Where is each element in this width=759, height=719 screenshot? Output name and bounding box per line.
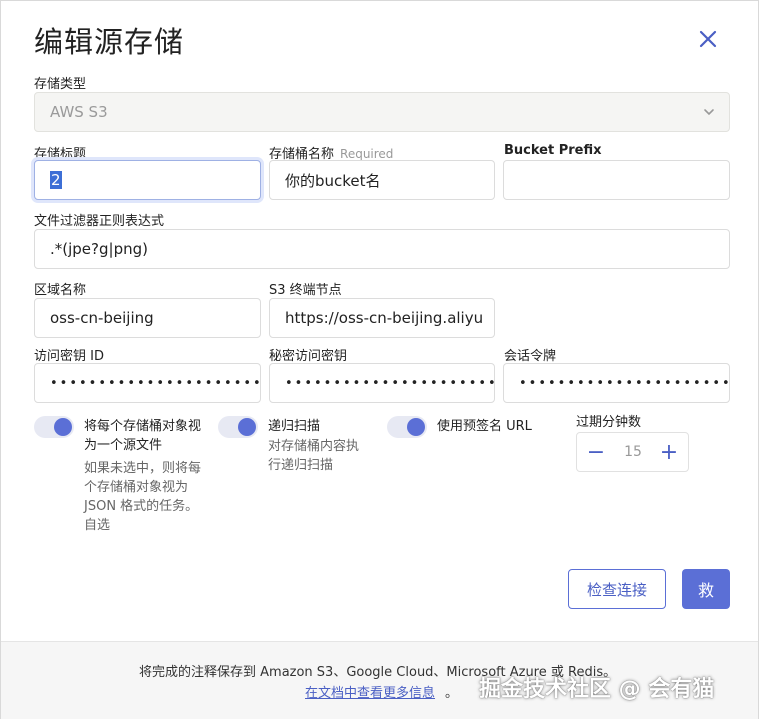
required-hint: Required [340,147,394,161]
file-filter-label: 文件过滤器正则表达式 [34,214,165,229]
endpoint-input[interactable]: https://oss-cn-beijing.aliyu [269,298,495,338]
access-key-input[interactable]: •••••••••••••••••••••••••• [34,363,261,403]
recursive-scan-toggle[interactable] [218,416,258,438]
recursive-scan-desc-line1: 对存储桶内容执 [268,439,360,454]
edit-source-storage-dialog: 编辑源存储 存储类型 AWS S3 存储标题 2 存储桶名称 Required 你… [0,0,759,719]
treat-as-source-label-line1: 将每个存储桶对象视 [84,419,202,434]
expiry-minutes-value[interactable]: 15 [615,433,651,471]
file-filter-input[interactable]: .*(jpe?g|png) [34,229,730,269]
treat-as-source-desc-line1: 如果未选中，则将每 [84,461,202,476]
bucket-prefix-input[interactable] [503,160,730,200]
storage-type-label: 存储类型 [34,77,87,92]
storage-type-select[interactable]: AWS S3 [34,92,730,132]
treat-as-source-label-line2: 为一个源文件 [84,438,163,453]
increment-button[interactable]: + [654,437,684,467]
secret-key-value: •••••••••••••••••••••••••• [285,375,495,391]
storage-type-value: AWS S3 [50,103,108,121]
presigned-url-toggle[interactable] [387,416,427,438]
recursive-scan-description: 对存储桶内容执 行递归扫描 [268,437,359,475]
endpoint-value: https://oss-cn-beijing.aliyu [285,309,484,327]
bucket-prefix-label: Bucket Prefix [504,143,602,158]
treat-as-source-desc-line4: 自选 [84,518,111,533]
region-value: oss-cn-beijing [50,309,154,327]
expiry-minutes-stepper: − 15 + [576,432,689,472]
chevron-down-icon [704,109,714,116]
footer-period: 。 [445,686,459,701]
endpoint-label: S3 终端节点 [269,283,342,298]
toggle-knob [54,418,72,436]
recursive-scan-label: 递归扫描 [268,419,321,434]
treat-as-source-desc-line2: 个存储桶对象视为 [84,480,189,495]
access-key-label: 访问密钥 ID [34,349,104,364]
treat-as-source-desc-line3: JSON 格式的任务。 [84,499,199,514]
toggle-knob [407,418,425,436]
close-icon [699,30,717,48]
presigned-url-label: 使用预签名 URL [437,419,532,434]
storage-title-input[interactable]: 2 [34,160,261,200]
recursive-scan-desc-line2: 行递归扫描 [268,458,334,473]
watermark: 掘金技术社区 @ 会有猫 [479,677,715,702]
access-key-value: •••••••••••••••••••••••••• [50,375,261,391]
expiry-minutes-label: 过期分钟数 [576,415,642,430]
decrement-button[interactable]: − [581,437,611,467]
treat-as-source-toggle[interactable] [34,416,74,438]
dialog-title: 编辑源存储 [34,25,185,59]
toggle-knob [238,418,256,436]
docs-link[interactable]: 在文档中查看更多信息 [305,682,435,701]
bucket-name-value: 你的bucket名 [285,171,381,190]
session-token-label: 会话令牌 [504,349,557,364]
region-label: 区域名称 [34,283,87,298]
close-button[interactable] [694,25,722,53]
region-input[interactable]: oss-cn-beijing [34,298,261,338]
session-token-input[interactable]: •••••••••••••••••••••••••• [503,363,730,403]
secret-key-label: 秘密访问密钥 [269,349,348,364]
bucket-name-input[interactable]: 你的bucket名 [269,160,495,200]
secret-key-input[interactable]: •••••••••••••••••••••••••• [269,363,495,403]
treat-as-source-label: 将每个存储桶对象视 为一个源文件 [84,417,201,455]
save-button[interactable]: 救 [682,569,730,609]
treat-as-source-description: 如果未选中，则将每 个存储桶对象视为 JSON 格式的任务。 自选 [84,459,201,535]
check-connection-button[interactable]: 检查连接 [568,569,666,609]
session-token-value: •••••••••••••••••••••••••• [519,375,730,391]
file-filter-value: .*(jpe?g|png) [50,240,148,258]
storage-title-value: 2 [50,171,62,189]
